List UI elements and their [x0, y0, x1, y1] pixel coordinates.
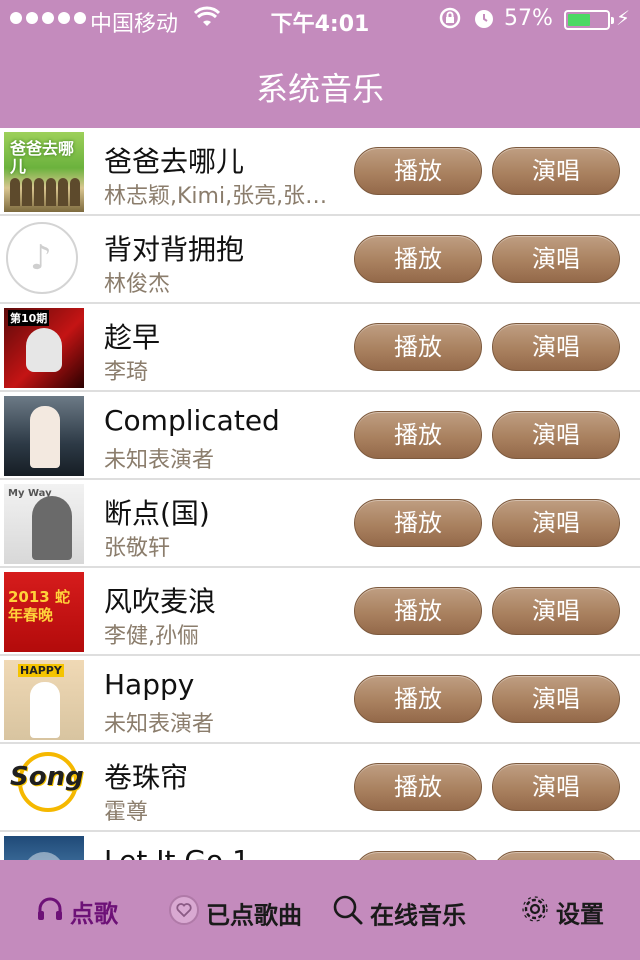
- status-bar: 中国移动 下午4:01 57% ⚡: [0, 0, 640, 40]
- album-cover-text: Song: [10, 762, 84, 792]
- sing-button[interactable]: 演唱: [492, 675, 620, 723]
- album-cover: 第10期: [4, 308, 84, 388]
- song-row[interactable]: My Way 断点(国) 张敬轩 播放 演唱: [0, 480, 640, 568]
- album-cover-art: [26, 328, 62, 372]
- album-cover: HAPPY: [4, 660, 84, 740]
- song-row[interactable]: ♪ 背对背拥抱 林俊杰 播放 演唱: [0, 216, 640, 304]
- song-artist: 林志颖,Kimi,张亮,张悦轩,王岳伦,王诗龄,郭涛,郭子睿,田亮,田雨橙: [104, 184, 344, 209]
- sing-button[interactable]: 演唱: [492, 235, 620, 283]
- tab-online-music[interactable]: 在线音乐: [332, 894, 466, 930]
- play-button[interactable]: 播放: [354, 323, 482, 371]
- tab-requested-songs[interactable]: 已点歌曲: [168, 894, 302, 930]
- play-button[interactable]: 播放: [354, 675, 482, 723]
- battery-icon: [564, 10, 614, 30]
- album-cover: Song: [4, 748, 84, 828]
- song-row[interactable]: HAPPY Happy 未知表演者 播放 演唱: [0, 656, 640, 744]
- song-row[interactable]: 爸爸去哪儿 爸爸去哪儿 林志颖,Kimi,张亮,张悦轩,王岳伦,王诗龄,郭涛,郭…: [0, 128, 640, 216]
- song-title: 卷珠帘: [104, 761, 189, 794]
- page-title: 系统音乐: [255, 70, 384, 108]
- alarm-icon: [472, 6, 496, 36]
- battery-percent: 57%: [504, 6, 553, 31]
- song-row[interactable]: Song 卷珠帘 霍尊 播放 演唱: [0, 744, 640, 832]
- song-artist: 李琦: [104, 360, 149, 385]
- album-cover-text: 第10期: [8, 310, 50, 326]
- battery-level: [568, 14, 590, 26]
- navigation-bar: 系统音乐: [0, 40, 640, 128]
- music-note-icon: ♪: [6, 222, 78, 294]
- album-cover-text: HAPPY: [18, 664, 64, 677]
- tab-label: 设置: [556, 900, 604, 929]
- play-button[interactable]: 播放: [354, 851, 482, 860]
- album-cover: 爸爸去哪儿: [4, 132, 84, 212]
- sing-button[interactable]: 演唱: [492, 851, 620, 860]
- sing-button[interactable]: 演唱: [492, 587, 620, 635]
- tab-settings[interactable]: 设置: [520, 894, 604, 929]
- album-cover-art: [24, 852, 64, 860]
- album-cover-text: 爸爸去哪儿: [10, 139, 75, 176]
- tab-label: 点歌: [70, 900, 118, 928]
- charging-icon: ⚡: [616, 6, 631, 30]
- play-button[interactable]: 播放: [354, 147, 482, 195]
- play-button[interactable]: 播放: [354, 587, 482, 635]
- song-artist: 未知表演者: [104, 712, 215, 737]
- song-artist: 李健,孙俪: [104, 624, 199, 649]
- song-row[interactable]: 2013 蛇年春晚 风吹麦浪 李健,孙俪 播放 演唱: [0, 568, 640, 656]
- album-cover-placeholder: ♪: [4, 220, 84, 300]
- tab-song-request[interactable]: 点歌: [36, 894, 118, 928]
- sing-button[interactable]: 演唱: [492, 499, 620, 547]
- search-icon: [332, 894, 364, 932]
- tab-label: 已点歌曲: [206, 901, 302, 930]
- song-artist: 未知表演者: [104, 448, 215, 473]
- song-artist: 林俊杰: [104, 272, 171, 297]
- album-cover: [4, 836, 84, 860]
- song-title: 趁早: [104, 321, 161, 354]
- album-cover-art: [10, 178, 80, 206]
- album-cover: 2013 蛇年春晚: [4, 572, 84, 652]
- song-row[interactable]: Let It Go 1 播放 演唱: [0, 832, 640, 860]
- tab-label: 在线音乐: [370, 901, 466, 930]
- tab-bar: 点歌 已点歌曲 在线音乐 设置: [0, 860, 640, 960]
- heart-icon: [168, 894, 200, 932]
- song-artist: 霍尊: [104, 800, 149, 825]
- play-button[interactable]: 播放: [354, 499, 482, 547]
- play-button[interactable]: 播放: [354, 235, 482, 283]
- headphones-icon: [36, 896, 64, 928]
- song-row[interactable]: 第10期 趁早 李琦 播放 演唱: [0, 304, 640, 392]
- song-title: 风吹麦浪: [104, 585, 217, 618]
- sing-button[interactable]: 演唱: [492, 763, 620, 811]
- song-title: Let It Go 1: [104, 844, 344, 860]
- sing-button[interactable]: 演唱: [492, 323, 620, 371]
- gear-icon: [520, 894, 550, 930]
- song-title: 爸爸去哪儿: [104, 145, 245, 178]
- album-cover-text: 2013 蛇年春晚: [8, 588, 70, 624]
- song-title: Complicated: [104, 404, 280, 437]
- album-cover-art: [30, 682, 60, 738]
- rotation-lock-icon: [438, 6, 462, 36]
- album-cover: [4, 396, 84, 476]
- play-button[interactable]: 播放: [354, 763, 482, 811]
- song-row[interactable]: Complicated 未知表演者 播放 演唱: [0, 392, 640, 480]
- song-title: 背对背拥抱: [104, 233, 245, 266]
- song-artist: 张敬轩: [104, 536, 171, 561]
- album-cover: My Way: [4, 484, 84, 564]
- album-cover-art: [32, 496, 72, 560]
- play-button[interactable]: 播放: [354, 411, 482, 459]
- song-list[interactable]: 爸爸去哪儿 爸爸去哪儿 林志颖,Kimi,张亮,张悦轩,王岳伦,王诗龄,郭涛,郭…: [0, 128, 640, 860]
- album-cover-art: [30, 406, 60, 468]
- song-title: Happy: [104, 668, 195, 701]
- song-title: 断点(国): [104, 497, 210, 530]
- sing-button[interactable]: 演唱: [492, 411, 620, 459]
- sing-button[interactable]: 演唱: [492, 147, 620, 195]
